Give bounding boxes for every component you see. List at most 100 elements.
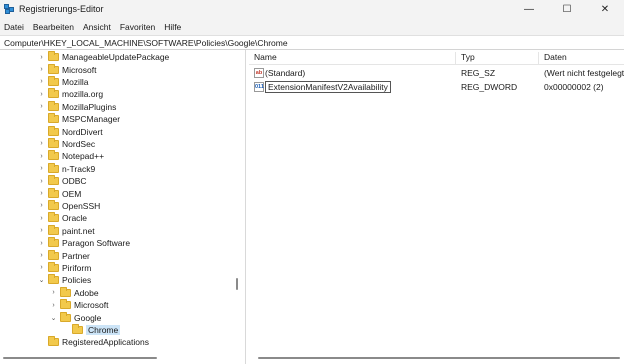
chevron-down-icon[interactable]: ⌄ (37, 274, 46, 286)
column-data-header[interactable]: Daten (539, 52, 624, 64)
folder-icon (48, 199, 59, 210)
tree-item[interactable]: ⌄ Policies (37, 274, 91, 286)
chevron-right-icon[interactable]: › (37, 64, 46, 76)
tree-item[interactable]: › Paragon Software (37, 237, 130, 249)
tree-item-label: Paragon Software (62, 238, 131, 249)
chevron-right-icon[interactable]: › (37, 250, 46, 262)
list-horizontal-scrollbar[interactable] (258, 357, 620, 359)
tree-item[interactable]: › OEM (37, 187, 81, 199)
chevron-right-icon[interactable]: › (37, 212, 46, 224)
folder-icon (48, 150, 59, 161)
folder-icon (48, 88, 59, 99)
tree-item[interactable]: MSPCManager (37, 113, 120, 125)
tree-item-label: Partner (62, 250, 90, 261)
chevron-right-icon[interactable]: › (37, 225, 46, 237)
tree-item-label: ManageableUpdatePackage (62, 52, 170, 63)
chevron-right-icon[interactable]: › (37, 237, 46, 249)
folder-icon (60, 311, 71, 322)
chevron-right-icon[interactable]: › (49, 299, 58, 311)
folder-icon (48, 224, 59, 235)
value-name-edit-field[interactable]: ExtensionManifestV2Availability (265, 81, 391, 93)
tree-item-label: RegisteredApplications (62, 337, 149, 348)
tree-item[interactable]: Chrome (61, 323, 121, 336)
chevron-right-icon[interactable]: › (37, 138, 46, 150)
tree-item[interactable]: › Piriform (37, 261, 92, 274)
menu-hilfe[interactable]: Hilfe (164, 22, 181, 32)
menu-datei[interactable]: Datei (4, 22, 24, 32)
window-title: Registrierungs-Editor (19, 4, 104, 14)
list-header: Name Typ Daten (249, 50, 624, 65)
tree-item[interactable]: › OpenSSH (37, 199, 100, 212)
value-name: (Standard) (265, 68, 306, 78)
column-name-header[interactable]: Name (249, 52, 456, 64)
chevron-right-icon[interactable]: › (37, 76, 46, 88)
chevron-right-icon[interactable]: › (37, 88, 46, 100)
tree-item[interactable]: › Oracle (37, 212, 87, 224)
no-expander (61, 324, 70, 336)
tree-item[interactable]: › Partner (37, 249, 90, 261)
tree-item[interactable]: › NordSec (37, 137, 96, 150)
close-button[interactable]: ✕ (586, 0, 624, 18)
chevron-right-icon[interactable]: › (37, 163, 46, 175)
chevron-right-icon[interactable]: › (37, 200, 46, 212)
tree-item-label: Notepad++ (62, 151, 105, 162)
chevron-right-icon[interactable]: › (37, 150, 46, 162)
chevron-right-icon[interactable]: › (49, 287, 58, 299)
address-bar[interactable]: Computer\HKEY_LOCAL_MACHINE\SOFTWARE\Pol… (0, 35, 624, 50)
tree-item[interactable]: › Adobe (49, 286, 99, 299)
minimize-button[interactable]: — (510, 0, 548, 18)
tree-item[interactable]: › mozilla.org (37, 88, 103, 100)
tree-item[interactable]: › ManageableUpdatePackage (37, 51, 169, 63)
tree-horizontal-scrollbar[interactable] (3, 357, 157, 359)
folder-icon (48, 125, 59, 136)
folder-icon (48, 137, 59, 148)
folder-icon (48, 113, 59, 124)
tree-item[interactable]: › n-Track9 (37, 162, 96, 175)
folder-icon (48, 212, 59, 223)
tree-item[interactable]: › Microsoft (37, 63, 96, 75)
tree-item[interactable]: › paint.net (37, 224, 95, 237)
tree-item-label: n-Track9 (62, 163, 96, 174)
dword-value-icon: 011 (254, 82, 264, 92)
folder-icon (48, 336, 59, 347)
folder-icon (48, 51, 59, 62)
key-tree[interactable]: › ManageableUpdatePackage › Microsoft › Mozil… (0, 50, 246, 364)
tree-item-label: Google (74, 312, 102, 323)
tree-item[interactable]: › Mozilla (37, 75, 88, 88)
tree-item-label: NordSec (62, 138, 96, 149)
string-value-icon: ab (254, 68, 264, 78)
chevron-down-icon[interactable]: ⌄ (49, 312, 58, 324)
tree-item[interactable]: › Microsoft (49, 299, 108, 311)
tree-item[interactable]: › ODBC (37, 175, 87, 187)
tree-item[interactable]: ⌄ Google (49, 311, 101, 323)
tree-item-label: Piriform (62, 262, 92, 273)
tree-vertical-scrollbar[interactable] (236, 278, 238, 290)
value-row[interactable]: 011 ExtensionManifestV2Availability REG_DW… (249, 81, 624, 94)
value-list[interactable]: Name Typ Daten ab (Standard) REG_SZ (Wert n… (249, 50, 624, 364)
maximize-button[interactable]: ☐ (548, 0, 586, 18)
tree-item-label: Policies (62, 275, 92, 286)
tree-item[interactable]: › MozillaPlugins (37, 100, 116, 113)
folder-icon (48, 175, 59, 186)
folder-icon (48, 63, 59, 74)
menu-bearbeiten[interactable]: Bearbeiten (33, 22, 74, 32)
tree-item-label: Chrome (86, 324, 121, 335)
chevron-right-icon[interactable]: › (37, 101, 46, 113)
folder-icon (48, 237, 59, 248)
menu-ansicht[interactable]: Ansicht (83, 22, 111, 32)
tree-item[interactable]: RegisteredApplications (37, 336, 149, 348)
tree-item[interactable]: › Notepad++ (37, 150, 104, 162)
chevron-right-icon[interactable]: › (37, 262, 46, 274)
tree-item-label: OEM (62, 188, 82, 199)
chevron-right-icon[interactable]: › (37, 175, 46, 187)
value-row[interactable]: ab (Standard) REG_SZ (Wert nicht festgelegt… (249, 67, 624, 80)
tree-item-label: Adobe (74, 287, 99, 298)
chevron-right-icon[interactable]: › (37, 51, 46, 63)
tree-item[interactable]: NordDivert (37, 125, 103, 137)
chevron-right-icon[interactable]: › (37, 188, 46, 200)
column-type-header[interactable]: Typ (456, 52, 539, 64)
folder-icon (48, 162, 59, 173)
menu-favoriten[interactable]: Favoriten (120, 22, 155, 32)
folder-icon (48, 75, 59, 86)
tree-item-label: paint.net (62, 225, 95, 236)
